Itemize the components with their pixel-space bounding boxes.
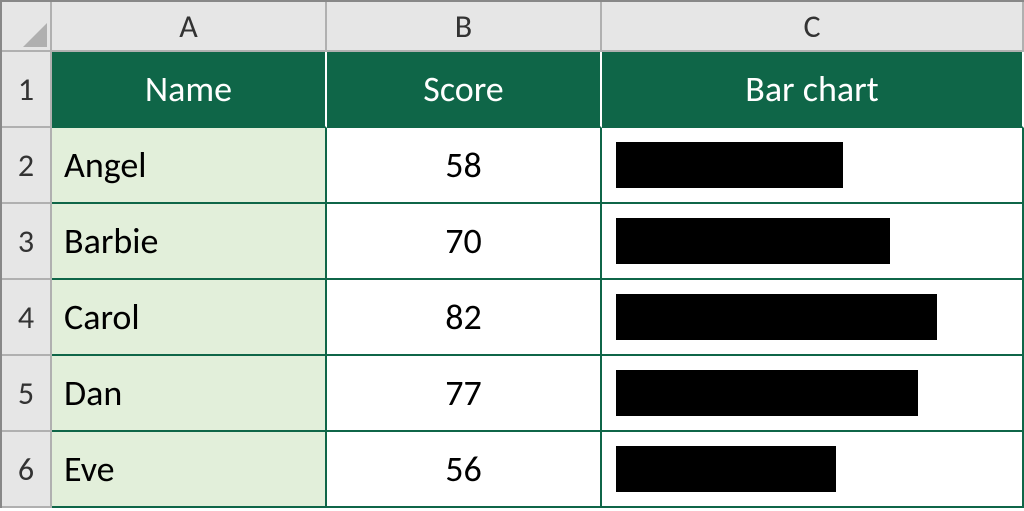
spreadsheet-grid: A B C 1 Name Score Bar chart 2 Angel 58 … (0, 0, 1024, 508)
column-header-b[interactable]: B (327, 2, 602, 52)
row-header-6[interactable]: 6 (2, 432, 52, 508)
cell-c5[interactable] (602, 356, 1024, 432)
row-header-5[interactable]: 5 (2, 356, 52, 432)
cell-a3[interactable]: Barbie (52, 204, 327, 280)
select-all-triangle-icon (23, 23, 47, 47)
column-header-c[interactable]: C (602, 2, 1024, 52)
bar-chart-bar (616, 142, 843, 188)
bar-chart-bar (616, 218, 890, 264)
cell-a4[interactable]: Carol (52, 280, 327, 356)
cell-a2[interactable]: Angel (52, 128, 327, 204)
cell-a6[interactable]: Eve (52, 432, 327, 508)
cell-c6[interactable] (602, 432, 1024, 508)
row-header-2[interactable]: 2 (2, 128, 52, 204)
cell-a5[interactable]: Dan (52, 356, 327, 432)
row-header-4[interactable]: 4 (2, 280, 52, 356)
cell-c3[interactable] (602, 204, 1024, 280)
cell-c4[interactable] (602, 280, 1024, 356)
column-header-a[interactable]: A (52, 2, 327, 52)
select-all-corner[interactable] (2, 2, 52, 52)
bar-chart-bar (616, 446, 836, 492)
row-header-3[interactable]: 3 (2, 204, 52, 280)
cell-b6[interactable]: 56 (327, 432, 602, 508)
cell-b3[interactable]: 70 (327, 204, 602, 280)
cell-b1[interactable]: Score (327, 52, 602, 128)
cell-c1[interactable]: Bar chart (602, 52, 1024, 128)
bar-chart-bar (616, 294, 937, 340)
cell-b5[interactable]: 77 (327, 356, 602, 432)
bar-chart-bar (616, 370, 918, 416)
cell-c2[interactable] (602, 128, 1024, 204)
cell-a1[interactable]: Name (52, 52, 327, 128)
cell-b2[interactable]: 58 (327, 128, 602, 204)
row-header-1[interactable]: 1 (2, 52, 52, 128)
cell-b4[interactable]: 82 (327, 280, 602, 356)
